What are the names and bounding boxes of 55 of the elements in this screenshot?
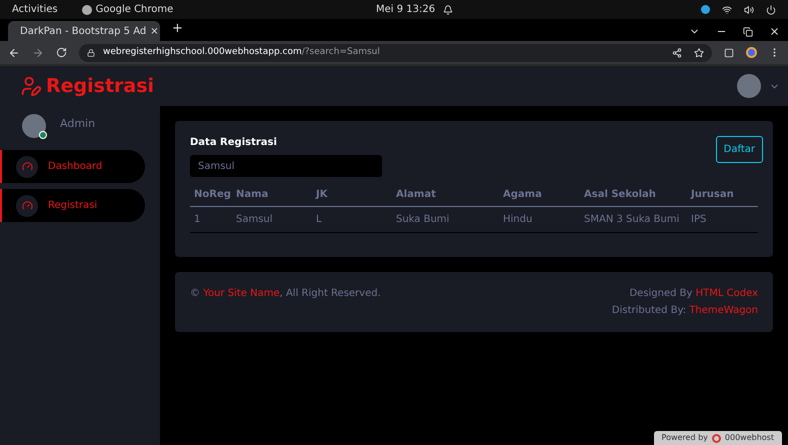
volume-icon — [744, 4, 754, 14]
designer-link[interactable]: HTML Codex — [696, 288, 758, 299]
column-header: Asal Sekolah — [584, 188, 657, 202]
column-header: Nama — [236, 188, 270, 202]
nav-item[interactable]: Registrasi — [0, 189, 145, 222]
search-field[interactable]: Samsul — [190, 155, 382, 177]
power-icon — [766, 4, 776, 14]
close-icon[interactable] — [769, 26, 780, 37]
powered-by-badge[interactable]: Powered by 000webhost — [654, 431, 782, 445]
column-header: Jurusan — [691, 188, 735, 202]
copyright-text: © Your Site Name, All Right Reserved. — [190, 287, 381, 301]
card-title: Data Registrasi — [190, 136, 277, 150]
column-header: Agama — [503, 188, 543, 202]
forward-icon[interactable] — [32, 46, 44, 58]
address-bar[interactable]: webregisterhighschool.000webhostapp.com/?search=Samsul — [79, 44, 712, 62]
bell-icon — [443, 4, 454, 14]
distributor-link[interactable]: ThemeWagon — [689, 305, 758, 316]
distributed-by-text: Distributed By: ThemeWagon — [612, 304, 758, 318]
gauge-icon — [22, 161, 32, 172]
designed-by-text: Designed By HTML Codex — [629, 287, 758, 301]
bookmark-icon[interactable] — [694, 48, 704, 58]
table-cell-text: SMAN 3 Suka Bumi — [584, 213, 680, 227]
column-header: JK — [316, 188, 329, 202]
share-icon[interactable] — [672, 48, 682, 58]
column-header: NoReg — [194, 188, 232, 202]
site-link[interactable]: Your Site Name — [203, 288, 280, 299]
restore-icon[interactable] — [743, 26, 753, 36]
app-menu[interactable]: Google Chrome — [82, 2, 174, 17]
column-header: Alamat — [396, 188, 437, 202]
close-tab-button[interactable]: × — [150, 24, 159, 38]
host-logo-icon — [712, 434, 721, 442]
activities-button[interactable]: Activities — [12, 2, 58, 17]
side-panel-icon[interactable] — [724, 48, 734, 58]
new-tab-button[interactable]: + — [172, 18, 183, 38]
reload-icon[interactable] — [56, 47, 67, 58]
lock-icon — [87, 48, 95, 56]
nav-item[interactable]: Dashboard — [0, 150, 145, 183]
table-cell-text: IPS — [691, 213, 708, 227]
table-cell-text: Samsul — [236, 213, 274, 227]
user-name: Admin — [60, 116, 96, 132]
gauge-icon — [22, 200, 32, 211]
extension-icon[interactable] — [746, 47, 757, 58]
table-cell-text: Hindu — [503, 213, 534, 227]
register-button[interactable]: Daftar — [716, 136, 763, 163]
back-icon[interactable] — [8, 46, 20, 58]
table-cell-text: 1 — [194, 213, 202, 227]
browser-tab[interactable]: DarkPan - Bootstrap 5 Ad × — [8, 21, 160, 41]
table-cell-text: L — [316, 213, 323, 227]
brand-title: Registrasi — [46, 74, 154, 99]
profile-avatar[interactable] — [737, 74, 761, 98]
clock[interactable]: Mei 9 13:26 — [376, 2, 436, 17]
avatar — [22, 114, 46, 138]
table-cell-text: Suka Bumi — [396, 213, 450, 227]
wifi-icon — [722, 4, 732, 14]
user-edit-icon — [20, 75, 42, 97]
